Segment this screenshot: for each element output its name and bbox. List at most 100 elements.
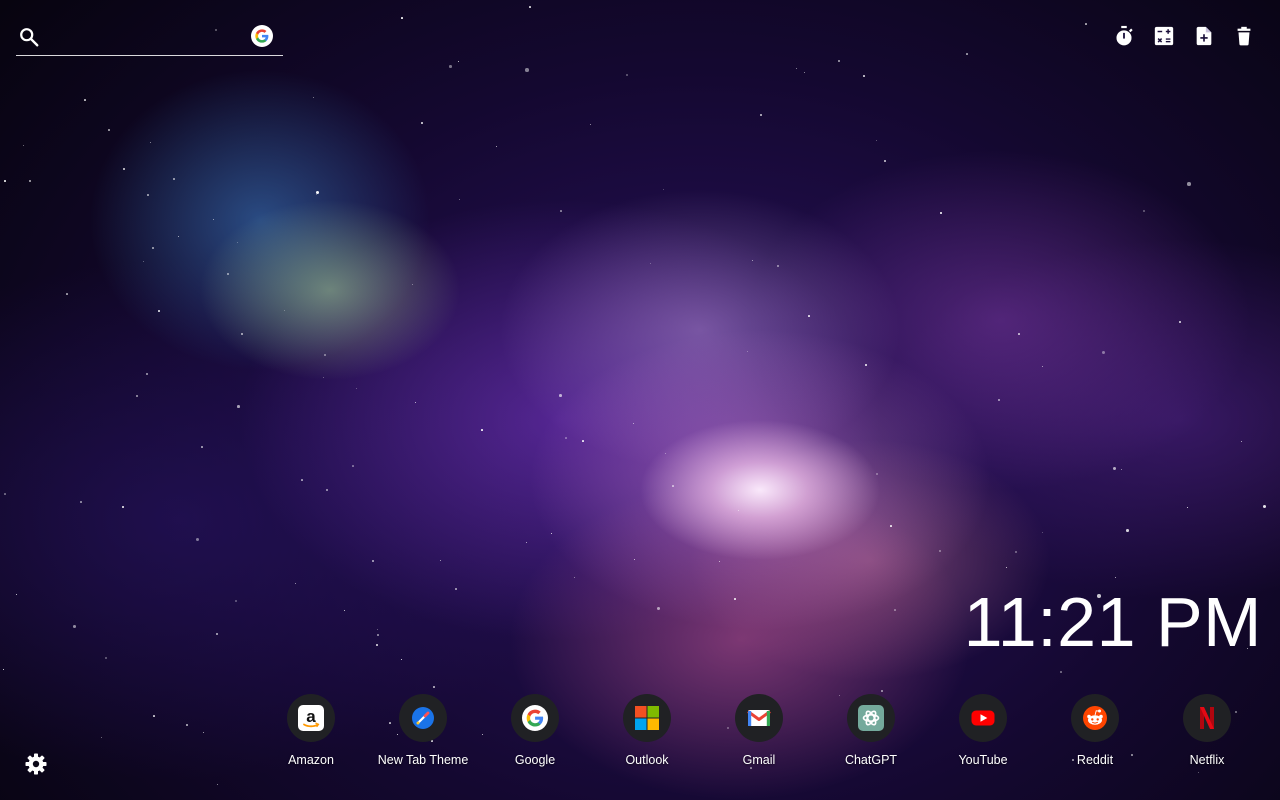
star xyxy=(213,219,215,221)
star xyxy=(377,629,379,631)
shortcut-outlook[interactable]: Outlook xyxy=(591,694,703,774)
star xyxy=(526,542,528,544)
star xyxy=(459,199,461,201)
star xyxy=(525,68,529,72)
star xyxy=(481,429,483,431)
google-icon xyxy=(522,705,548,731)
star xyxy=(284,310,286,312)
shortcut-tile: a xyxy=(287,694,335,742)
star xyxy=(301,479,303,481)
star xyxy=(295,583,297,585)
star xyxy=(66,293,68,295)
star xyxy=(590,124,592,126)
star xyxy=(401,659,403,661)
star xyxy=(372,560,374,562)
timer-button[interactable] xyxy=(1112,24,1136,48)
star xyxy=(565,437,567,439)
star xyxy=(650,263,652,265)
shortcut-reddit[interactable]: Reddit xyxy=(1039,694,1151,774)
star xyxy=(1042,532,1044,534)
search-bar xyxy=(16,20,283,56)
star xyxy=(4,180,6,182)
star xyxy=(633,423,635,425)
shortcut-label: Amazon xyxy=(288,753,334,767)
star xyxy=(940,212,942,214)
shortcut-amazon[interactable]: a Amazon xyxy=(255,694,367,774)
calculator-icon xyxy=(1154,26,1174,46)
shortcut-google[interactable]: Google xyxy=(479,694,591,774)
shortcut-gmail[interactable]: Gmail xyxy=(703,694,815,774)
youtube-icon xyxy=(971,710,995,726)
star xyxy=(377,634,379,636)
star xyxy=(80,501,82,503)
shortcut-new-tab-theme[interactable]: New Tab Theme xyxy=(367,694,479,774)
star xyxy=(178,236,180,238)
star xyxy=(136,395,139,398)
netflix-icon xyxy=(1200,707,1214,729)
star xyxy=(3,669,5,671)
star xyxy=(865,364,868,367)
star xyxy=(665,453,667,455)
star xyxy=(1187,182,1191,186)
calculator-button[interactable] xyxy=(1152,24,1176,48)
timer-icon xyxy=(1116,25,1133,46)
shortcut-tile xyxy=(1183,694,1231,742)
star xyxy=(760,114,763,117)
star xyxy=(158,310,160,312)
star xyxy=(1115,577,1117,579)
star xyxy=(890,525,892,527)
chatgpt-icon xyxy=(858,705,884,731)
star xyxy=(216,633,218,635)
star xyxy=(529,6,531,8)
shortcut-netflix[interactable]: Netflix xyxy=(1151,694,1263,774)
star xyxy=(105,657,108,660)
star xyxy=(122,506,125,509)
shortcut-label: New Tab Theme xyxy=(377,753,469,767)
gear-icon xyxy=(25,753,47,775)
shortcut-label: YouTube xyxy=(958,753,1008,767)
star xyxy=(326,489,328,491)
shortcut-youtube[interactable]: YouTube xyxy=(927,694,1039,774)
new-tab-page: 11:21 PM a Amazon New Tab Theme Google O… xyxy=(0,0,1280,800)
star xyxy=(101,737,103,739)
delete-button[interactable] xyxy=(1232,24,1256,48)
search-input[interactable] xyxy=(50,24,250,52)
star xyxy=(16,594,18,596)
google-g-glyph xyxy=(255,29,269,43)
star xyxy=(1121,469,1123,471)
star xyxy=(376,644,378,646)
star xyxy=(1187,507,1189,509)
star xyxy=(29,180,32,183)
star xyxy=(1113,467,1117,471)
star xyxy=(551,533,553,535)
star xyxy=(203,732,205,734)
star xyxy=(1143,210,1145,212)
star xyxy=(173,178,175,180)
star xyxy=(458,61,460,63)
star xyxy=(626,74,628,76)
star xyxy=(152,247,154,249)
star xyxy=(1060,671,1062,673)
star xyxy=(412,284,414,286)
search-icon[interactable] xyxy=(18,26,40,48)
star xyxy=(998,399,1000,401)
shortcut-chatgpt[interactable]: ChatGPT xyxy=(815,694,927,774)
gmail-icon xyxy=(747,710,771,726)
settings-button[interactable] xyxy=(24,752,48,776)
outlook-icon xyxy=(635,706,659,730)
star xyxy=(123,168,126,171)
star xyxy=(146,373,149,376)
star xyxy=(217,784,219,786)
google-g-icon[interactable] xyxy=(251,25,273,47)
star xyxy=(582,440,584,442)
star xyxy=(449,65,452,68)
star xyxy=(73,625,76,628)
star xyxy=(966,53,968,55)
star xyxy=(316,194,318,196)
new-note-button[interactable] xyxy=(1192,24,1216,48)
star xyxy=(153,715,155,717)
star xyxy=(241,333,244,336)
star xyxy=(108,129,110,131)
star xyxy=(1179,321,1181,323)
shortcut-tile xyxy=(1071,694,1119,742)
